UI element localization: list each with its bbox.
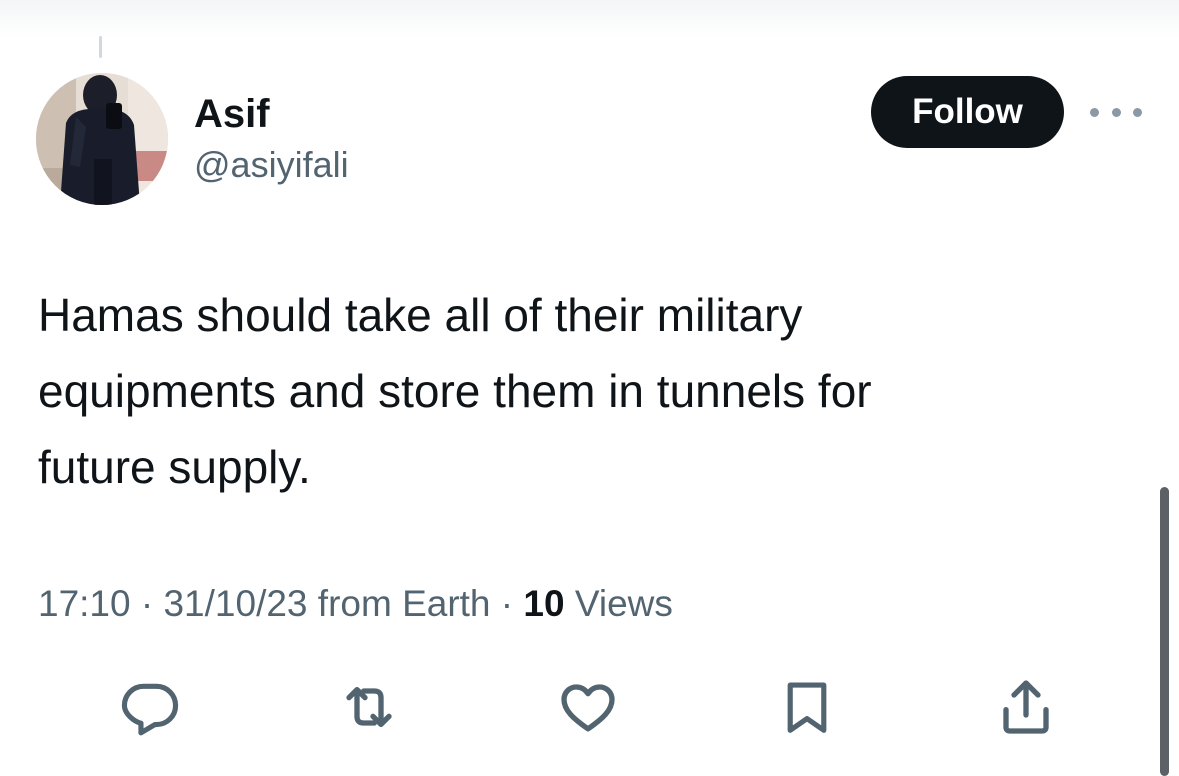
tweet-source: from Earth bbox=[307, 583, 491, 624]
tweet-time[interactable]: 17:10 bbox=[38, 583, 131, 624]
more-dot bbox=[1090, 107, 1099, 117]
share-icon bbox=[1003, 680, 1049, 734]
tweet-text: Hamas should take all of their military … bbox=[38, 277, 1038, 505]
more-horizontal-icon[interactable] bbox=[1090, 100, 1142, 124]
thread-connector-line bbox=[99, 36, 102, 58]
more-dot bbox=[1133, 107, 1142, 117]
tweet-date[interactable]: 31/10/23 bbox=[163, 583, 307, 624]
avatar[interactable] bbox=[36, 73, 168, 205]
tweet-line: Hamas should take all of their military bbox=[38, 289, 803, 341]
like-button[interactable] bbox=[556, 675, 620, 739]
views-count[interactable]: 10 bbox=[523, 583, 564, 624]
retweet-button[interactable] bbox=[337, 675, 401, 739]
meta-separator: · bbox=[130, 583, 164, 624]
bookmark-icon bbox=[787, 682, 827, 733]
tweet-line: equipments and store them in tunnels for bbox=[38, 365, 872, 417]
share-button[interactable] bbox=[994, 675, 1058, 739]
display-name[interactable]: Asif bbox=[194, 90, 270, 138]
views-label[interactable]: Views bbox=[565, 583, 673, 624]
more-dot bbox=[1111, 107, 1121, 117]
user-handle[interactable]: @asiyifali bbox=[194, 143, 349, 187]
reply-button[interactable] bbox=[118, 675, 182, 739]
top-fade bbox=[0, 0, 1179, 38]
retweet-icon bbox=[346, 687, 392, 727]
bookmark-button[interactable] bbox=[775, 675, 839, 739]
meta-separator: · bbox=[490, 583, 524, 624]
like-icon bbox=[561, 684, 615, 732]
tweet-line: future supply. bbox=[38, 441, 311, 493]
tweet-metadata: 17:10 · 31/10/23 from Earth · 10 Views bbox=[38, 579, 673, 629]
scrollbar[interactable] bbox=[1160, 487, 1169, 776]
reply-icon bbox=[121, 683, 179, 736]
follow-button[interactable]: Follow bbox=[871, 76, 1064, 148]
profile-photo-icon bbox=[36, 73, 168, 205]
